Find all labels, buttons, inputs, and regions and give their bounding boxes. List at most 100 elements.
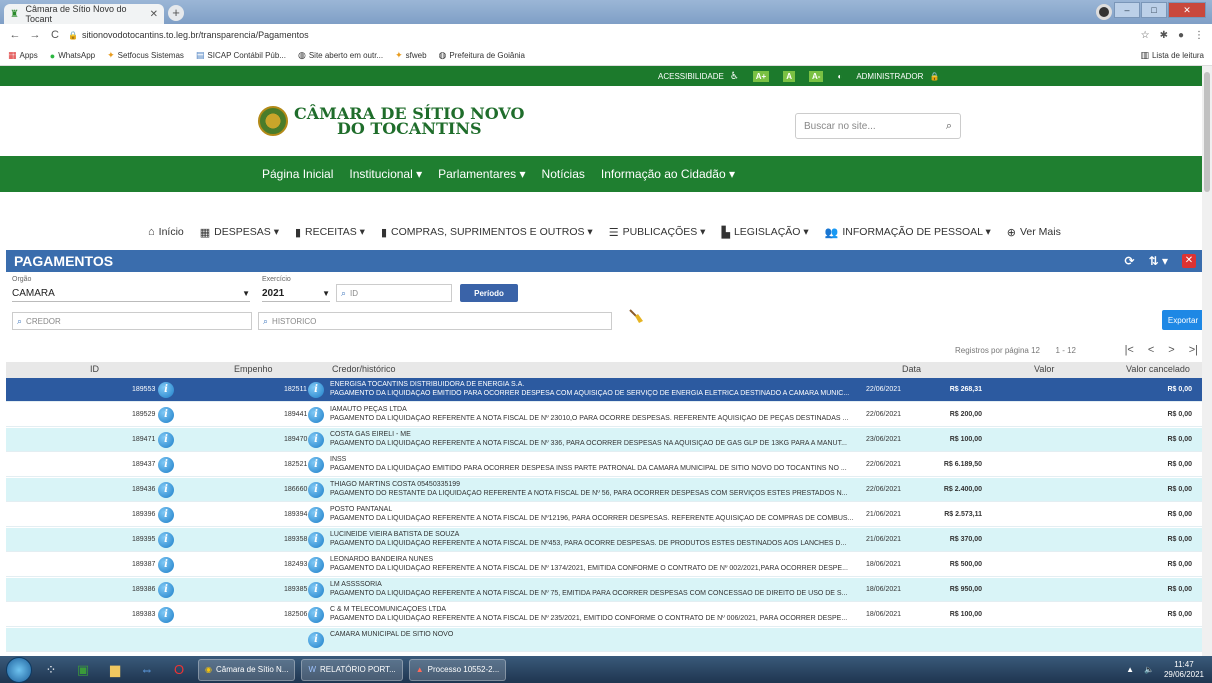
- font-increase-button[interactable]: A+: [752, 70, 770, 82]
- page-scrollbar[interactable]: [1202, 66, 1212, 656]
- gadget-icon[interactable]: ⁘: [38, 659, 64, 681]
- last-page-icon[interactable]: >|: [1189, 344, 1198, 356]
- info-icon[interactable]: i: [308, 482, 324, 498]
- menu-icon[interactable]: ⋮: [1194, 30, 1204, 41]
- folder-icon[interactable]: ▆: [102, 659, 128, 681]
- info-icon[interactable]: i: [308, 457, 324, 473]
- col-valor[interactable]: Valor: [1034, 364, 1054, 374]
- subnav-legislacao[interactable]: ▙ LEGISLAÇÃO ▾: [721, 226, 808, 239]
- table-row[interactable]: 189553 i 182511 i ENERGISA TOCANTINS DISTR…: [6, 378, 1202, 402]
- font-decrease-button[interactable]: A-: [809, 70, 824, 82]
- info-icon[interactable]: i: [158, 507, 174, 523]
- account-icon[interactable]: ●: [1178, 30, 1184, 41]
- col-credor-historico[interactable]: Credor/histórico: [332, 364, 396, 374]
- table-row[interactable]: 189387 i 182493 i LEONARDO BANDEIRA NUNES …: [6, 553, 1202, 577]
- info-icon[interactable]: i: [158, 407, 174, 423]
- info-icon[interactable]: i: [158, 532, 174, 548]
- orgao-select[interactable]: CAMARA ▼: [12, 286, 250, 302]
- subnav-ver-mais[interactable]: ⊕ Ver Mais: [1007, 226, 1061, 239]
- exercicio-select[interactable]: 2021 ▼: [262, 286, 330, 302]
- refresh-icon[interactable]: ⟳: [1125, 254, 1135, 268]
- minimize-button[interactable]: –: [1114, 2, 1140, 18]
- info-icon[interactable]: i: [158, 432, 174, 448]
- profile-icon[interactable]: [1096, 4, 1112, 20]
- table-row[interactable]: 189529 i 189441 i IAMAUTO PEÇAS LTDA PAGAM…: [6, 403, 1202, 427]
- table-row[interactable]: 189471 i 189470 i COSTA GAS EIRELI - ME PA…: [6, 428, 1202, 452]
- teamviewer-icon[interactable]: ⇔: [134, 659, 160, 681]
- info-icon[interactable]: i: [158, 582, 174, 598]
- url-field[interactable]: sitionovodotocantins.to.leg.br/transpare…: [82, 30, 309, 40]
- search-icon[interactable]: ⌕: [946, 120, 952, 133]
- close-icon[interactable]: ✕: [1182, 254, 1196, 268]
- accessibility-link[interactable]: ACESSIBILIDADE: [658, 72, 724, 81]
- maximize-button[interactable]: □: [1141, 2, 1167, 18]
- first-page-icon[interactable]: |<: [1125, 344, 1134, 356]
- periodo-button[interactable]: Período: [460, 284, 518, 302]
- historico-input[interactable]: ⌕ HISTORICO: [258, 312, 612, 330]
- font-normal-button[interactable]: A: [783, 70, 796, 82]
- columns-icon[interactable]: ⇅ ▾: [1149, 254, 1168, 268]
- admin-link[interactable]: ADMINISTRADOR: [856, 72, 923, 81]
- reading-list[interactable]: ▥ Lista de leitura: [1140, 50, 1204, 61]
- bookmark-sfweb[interactable]: ✦ sfweb: [395, 50, 426, 61]
- info-icon[interactable]: i: [158, 457, 174, 473]
- info-icon[interactable]: i: [158, 382, 174, 398]
- table-row[interactable]: i CÂMARA MUNICIPAL DE SÍTIO NOVO: [6, 628, 1202, 652]
- info-icon[interactable]: i: [308, 532, 324, 548]
- credor-input[interactable]: ⌕ CREDOR: [12, 312, 252, 330]
- nav-institucional[interactable]: Institucional ▾: [349, 167, 422, 181]
- info-icon[interactable]: i: [158, 482, 174, 498]
- subnav-inicio[interactable]: ⌂ Início: [148, 226, 184, 238]
- nav-parlamentares[interactable]: Parlamentares ▾: [438, 167, 525, 181]
- info-icon[interactable]: i: [158, 607, 174, 623]
- subnav-receitas[interactable]: ▮ RECEITAS ▾: [295, 226, 365, 239]
- reload-icon[interactable]: C: [48, 29, 62, 41]
- info-icon[interactable]: i: [308, 432, 324, 448]
- taskbar-pdf[interactable]: ▲ Processo 10552-2...: [408, 658, 507, 681]
- close-window-button[interactable]: ✕: [1168, 2, 1206, 18]
- info-icon[interactable]: i: [308, 632, 324, 648]
- table-row[interactable]: 189396 i 189394 i POSTO PANTANAL PAGAMENTO…: [6, 503, 1202, 527]
- subnav-publicacoes[interactable]: ☰ PUBLICAÇÕES ▾: [609, 226, 706, 239]
- volume-icon[interactable]: 🔈: [1144, 665, 1154, 674]
- opera-icon[interactable]: O: [166, 659, 192, 681]
- id-input[interactable]: ⌕ ID: [336, 284, 452, 302]
- col-id[interactable]: ID: [90, 364, 99, 374]
- site-search-input[interactable]: Buscar no site... ⌕: [795, 113, 961, 139]
- start-button[interactable]: [6, 656, 32, 683]
- table-row[interactable]: 189437 i 182521 i INSS PAGAMENTO DA LIQUID…: [6, 453, 1202, 477]
- info-icon[interactable]: i: [158, 557, 174, 573]
- taskbar-word[interactable]: W RELATÓRIO PORT...: [301, 658, 403, 681]
- clear-filters-broom-icon[interactable]: [628, 308, 644, 324]
- next-page-icon[interactable]: >: [1168, 344, 1174, 356]
- bookmark-whatsapp[interactable]: ● WhatsApp: [50, 51, 95, 61]
- prev-page-icon[interactable]: <: [1148, 344, 1154, 356]
- subnav-compras[interactable]: ▮ COMPRAS, SUPRIMENTOS E OUTROS ▾: [381, 226, 593, 239]
- close-tab-icon[interactable]: ✕: [150, 9, 158, 20]
- col-data[interactable]: Data: [902, 364, 921, 374]
- back-icon[interactable]: ←: [8, 29, 22, 41]
- table-row[interactable]: 189395 i 189358 i LUCINEIDE VIEIRA BATISTA…: [6, 528, 1202, 552]
- browser-tab[interactable]: ♜ Câmara de Sítio Novo do Tocant ✕: [4, 4, 164, 24]
- star-icon[interactable]: ☆: [1141, 30, 1150, 41]
- table-row[interactable]: 189383 i 182506 i C & M TELECOMUNICAÇÕES L…: [6, 603, 1202, 627]
- bookmark-prefeitura[interactable]: ◍ Prefeitura de Goiânia: [439, 50, 525, 61]
- lock-icon[interactable]: 🔒: [68, 31, 78, 40]
- info-icon[interactable]: i: [308, 582, 324, 598]
- nav-noticias[interactable]: Notícias: [542, 167, 585, 181]
- bookmark-site-aberto[interactable]: ◍ Site aberto em outr...: [298, 50, 383, 61]
- excel-icon[interactable]: ▣: [70, 659, 96, 681]
- nav-informacao-cidadao[interactable]: Informação ao Cidadão ▾: [601, 167, 735, 181]
- table-row[interactable]: 189436 i 186660 i THIAGO MARTINS COSTA 054…: [6, 478, 1202, 502]
- info-icon[interactable]: i: [308, 607, 324, 623]
- info-icon[interactable]: i: [308, 407, 324, 423]
- per-page-select[interactable]: 12: [1031, 346, 1040, 355]
- table-row[interactable]: 189386 i 189385 i LM ASSSSORIA PAGAMENTO D…: [6, 578, 1202, 602]
- site-logo[interactable]: CÂMARA DE SÍTIO NOVO DO TOCANTINS: [258, 106, 524, 137]
- taskbar-chrome[interactable]: ◉ Câmara de Sítio N...: [198, 658, 296, 681]
- clock[interactable]: 11:47 29/06/2021: [1164, 660, 1204, 680]
- col-valor-cancelado[interactable]: Valor cancelado: [1126, 364, 1190, 374]
- extensions-icon[interactable]: ✱: [1160, 30, 1168, 41]
- bookmark-setfocus[interactable]: ✦ Setfocus Sistemas: [107, 50, 184, 61]
- info-icon[interactable]: i: [308, 557, 324, 573]
